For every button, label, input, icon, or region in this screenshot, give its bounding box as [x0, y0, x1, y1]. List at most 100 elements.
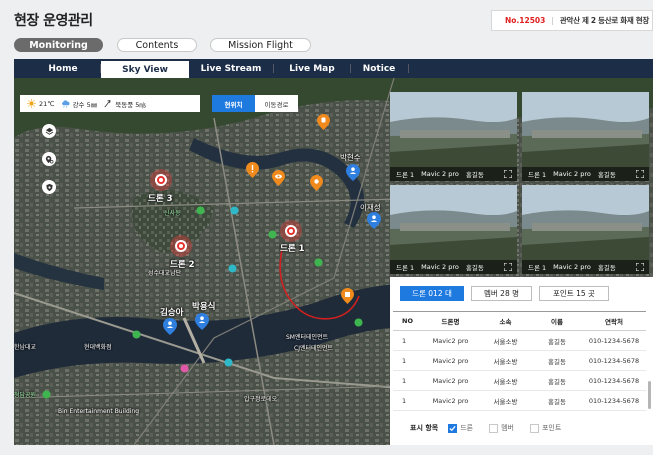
fullscreen-icon[interactable] [636, 263, 644, 271]
drone-3-marker[interactable] [150, 169, 172, 191]
map-poi-icon [42, 390, 51, 399]
wind-direction-icon [104, 99, 111, 108]
poi-alert-pin-icon[interactable] [246, 162, 259, 178]
poi-pin-icon[interactable] [310, 175, 323, 191]
camera-caption: 드론 1 Mavic 2 pro 홍길동 [522, 167, 649, 181]
location-search-icon [45, 155, 53, 163]
drone-3-label: 드론 3 [148, 194, 173, 204]
member-park2-label: 박현수 [340, 153, 361, 162]
tab-notice[interactable]: Notice [350, 59, 408, 78]
camera-drone: 드론 1 [528, 171, 547, 179]
fullscreen-icon[interactable] [504, 170, 512, 178]
weather-wind: 북동풍 5㎧ [103, 99, 146, 109]
table-scrollbar[interactable] [648, 381, 651, 409]
location-search-button[interactable] [42, 152, 56, 166]
member-kim-label: 김승아 [160, 308, 184, 318]
column-header: NO [402, 317, 413, 325]
layers-button[interactable] [42, 124, 56, 138]
mode-monitoring-button[interactable]: Monitoring [14, 38, 103, 52]
table-row[interactable]: 1 Mavic2 pro 서울소방 홍길동 010-1234-5678 [393, 351, 646, 371]
member-lee-pin-icon[interactable] [367, 212, 381, 229]
camera-caption: 드론 1 Mavic 2 pro 홍길동 [522, 260, 649, 274]
camera-feed[interactable]: 드론 1 Mavic 2 pro 홍길동 [522, 185, 649, 274]
drone-1-marker[interactable] [280, 220, 302, 242]
camera-drone: 드론 1 [528, 264, 547, 272]
poi-building-pin-icon[interactable] [341, 288, 354, 304]
member-count-chip[interactable]: 멤버 28 명 [471, 286, 532, 301]
shield-button[interactable] [42, 180, 56, 194]
drone-count-chip[interactable]: 드론 012 대 [400, 286, 464, 301]
table-cell: 010-1234-5678 [588, 376, 640, 385]
column-header: 연락처 [605, 318, 623, 326]
fullscreen-icon[interactable] [504, 263, 512, 271]
table-cell: 010-1234-5678 [588, 356, 640, 365]
nav-divider [408, 64, 409, 73]
filter-point-checkbox[interactable]: 포인트 [529, 423, 561, 433]
poi-hand-pin-icon[interactable] [317, 114, 330, 130]
table-cell: 홍길동 [548, 357, 566, 366]
member-kim-pin-icon[interactable] [163, 318, 177, 335]
place-label: 성수대교남단 [148, 270, 182, 277]
table-header: NO 드론명 소속 이름 연락처 [393, 311, 646, 331]
table-cell: 서울소방 [493, 397, 518, 406]
filter-member-checkbox[interactable]: 멤버 [489, 423, 514, 433]
point-count-chip[interactable]: 포인트 15 곳 [539, 286, 609, 301]
incident-badge: No.12503 | 관악산 제 2 등산로 화재 현장 [491, 10, 653, 31]
tab-sky-view[interactable]: Sky View [101, 61, 189, 78]
table-cell: 서울소방 [493, 377, 518, 386]
place-label: Bin Entertainment Building [58, 408, 140, 415]
fullscreen-icon[interactable] [636, 170, 644, 178]
camera-feed[interactable]: 드론 1 Mavic 2 pro 홍길동 [390, 185, 517, 274]
checkbox-checked-icon [448, 423, 458, 433]
drone-2-marker[interactable] [170, 235, 192, 257]
app-root: 현장 운영관리 No.12503 | 관악산 제 2 등산로 화재 현장 Mon… [0, 0, 653, 455]
table-row[interactable]: 1 Mavic2 pro 서울소방 홍길동 010-1234-5678 [393, 371, 646, 391]
drone-table: NO 드론명 소속 이름 연락처 1 Mavic2 pro 서울소방 홍길동 0… [393, 311, 646, 411]
place-label: SM엔터테인먼트 [286, 334, 329, 341]
camera-model: Mavic 2 pro [421, 170, 459, 178]
tab-home[interactable]: Home [28, 59, 98, 78]
table-row[interactable]: 1 Mavic2 pro 서울소방 홍길동 010-1234-5678 [393, 331, 646, 351]
camera-model: Mavic 2 pro [421, 263, 459, 271]
filter-drone-checkbox[interactable]: 드론 [448, 423, 473, 433]
table-row[interactable]: 1 Mavic2 pro 서울소방 홍길동 010-1234-5678 [393, 391, 646, 411]
camera-drone: 드론 1 [396, 171, 415, 179]
camera-model: Mavic 2 pro [553, 170, 591, 178]
place-label: 청담공원 [14, 392, 37, 399]
page-title: 현장 운영관리 [14, 13, 93, 29]
camera-pilot: 홍길동 [597, 264, 616, 272]
location-mode-toggle: 현위치 이동경로 [212, 95, 298, 112]
table-cell: 1 [402, 396, 407, 405]
member-park-pin-icon[interactable] [195, 313, 209, 330]
table-cell: 서울소방 [493, 357, 518, 366]
camera-pilot: 홍길동 [465, 264, 484, 272]
place-label: CJ엔터테인먼트 [294, 345, 334, 352]
camera-pilot: 홍길동 [597, 171, 616, 179]
mode-contents-button[interactable]: Contents [117, 38, 197, 52]
camera-feed[interactable]: 드론 1 Mavic 2 pro 홍길동 [522, 92, 649, 181]
tab-live-stream[interactable]: Live Stream [191, 59, 271, 78]
camera-drone: 드론 1 [396, 264, 415, 272]
camera-feed[interactable]: 드론 1 Mavic 2 pro 홍길동 [390, 92, 517, 181]
map-poi-icon [314, 258, 323, 267]
tab-live-map[interactable]: Live Map [274, 59, 350, 78]
mode-mission-flight-button[interactable]: Mission Flight [210, 38, 311, 52]
poi-eye-pin-icon[interactable] [272, 170, 285, 186]
current-location-button[interactable]: 현위치 [212, 95, 255, 112]
column-header: 드론명 [441, 318, 460, 326]
shield-icon [45, 183, 53, 191]
camera-model: Mavic 2 pro [553, 263, 591, 271]
place-label: 현대백화점 [84, 344, 112, 351]
camera-pilot: 홍길동 [465, 171, 484, 179]
table-cell: Mavic2 pro [432, 396, 469, 405]
camera-caption: 드론 1 Mavic 2 pro 홍길동 [390, 167, 517, 181]
incident-description: 관악산 제 2 등산로 화재 현장 [559, 16, 649, 25]
weather-bar: 21℃ 강수 5㎜ 북동풍 5㎧ [20, 95, 200, 112]
incident-separator: | [551, 16, 554, 25]
sun-icon [27, 99, 36, 108]
drone-1-label: 드론 1 [280, 244, 305, 254]
route-button[interactable]: 이동경로 [255, 95, 298, 112]
table-cell: 1 [402, 336, 407, 345]
member-lee-label: 이재성 [360, 203, 381, 212]
member-park2-pin-icon[interactable] [346, 164, 360, 181]
